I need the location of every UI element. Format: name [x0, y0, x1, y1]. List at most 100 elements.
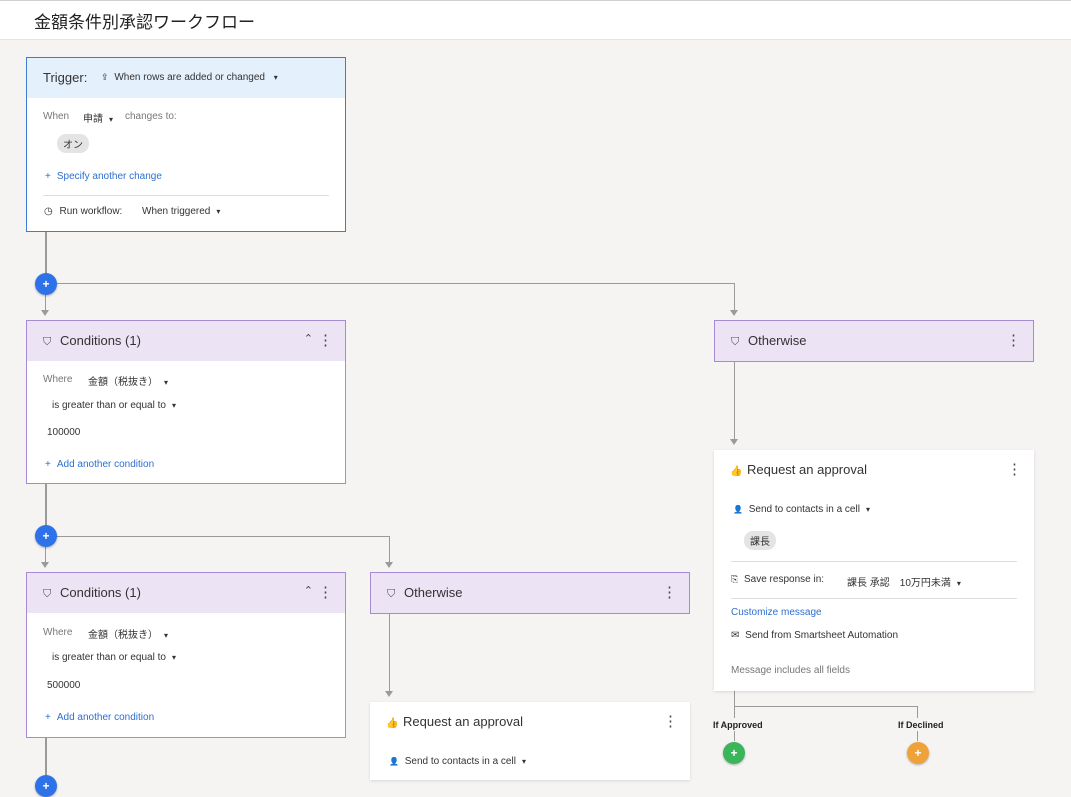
save-response-select[interactable]: 課長 承認 10万円未満 ▾	[847, 574, 961, 589]
approval-title: Request an approval	[747, 462, 867, 477]
approval-header: 👍 Request an approval ⋮	[370, 702, 690, 742]
condition-value[interactable]: 100000	[47, 427, 80, 438]
otherwise-block: ⛉ Otherwise ⋮	[370, 572, 690, 614]
caret-down-icon: ▾	[171, 653, 176, 662]
add-another-condition-link[interactable]: + Add another condition	[45, 459, 154, 470]
caret-down-icon: ▾	[164, 378, 169, 387]
branch-label-approved: If Approved	[713, 720, 763, 730]
thumbs-up-icon: 👍	[730, 466, 743, 477]
connector	[734, 706, 918, 707]
otherwise-block: ⛉ Otherwise ⋮	[714, 320, 1034, 362]
arrow	[385, 691, 393, 697]
filter-icon: ⛉	[43, 336, 52, 348]
trigger-type-select[interactable]: ⇪ When rows are added or changed ▾	[101, 72, 278, 83]
divider	[731, 561, 1017, 562]
specify-another-change-link[interactable]: + Specify another change	[45, 171, 162, 182]
contact-chip[interactable]: 課長	[744, 531, 776, 550]
plus-icon: +	[45, 459, 51, 470]
divider	[731, 598, 1017, 599]
operator-select[interactable]: is greater than or equal to ▾	[52, 652, 176, 663]
connector	[917, 731, 918, 741]
caret-down-icon: ▾	[216, 207, 221, 216]
connector	[734, 362, 735, 440]
app-header: 金額条件別承認ワークフロー	[0, 0, 1071, 40]
branch-label-declined: If Declined	[898, 720, 944, 730]
when-label: When	[43, 111, 70, 122]
page-title: 金額条件別承認ワークフロー	[34, 13, 255, 32]
arrow	[41, 310, 49, 316]
chevron-up-icon[interactable]: ⌃	[304, 584, 313, 597]
caret-down-icon: ▾	[956, 579, 961, 588]
more-options-icon[interactable]: ⋮	[1006, 331, 1021, 349]
send-from-row[interactable]: ✉ Send from Smartsheet Automation	[731, 630, 898, 641]
value-chip[interactable]: オン	[57, 134, 89, 153]
connector	[734, 731, 735, 741]
save-response-row: ⎘ Save response in:	[731, 574, 825, 585]
filter-icon: ⛉	[731, 336, 740, 348]
person-icon: 👤	[389, 757, 399, 766]
connector	[917, 706, 918, 718]
arrow	[730, 310, 738, 316]
where-label: Where	[43, 627, 73, 638]
add-declined-step-button[interactable]: +	[907, 742, 929, 764]
field-select[interactable]: 金額（税抜き） ▾	[88, 373, 168, 388]
column-select[interactable]: 申請 ▾	[83, 110, 113, 125]
otherwise-title: Otherwise	[404, 585, 463, 600]
caret-down-icon: ▾	[865, 505, 870, 514]
approval-header: 👍 Request an approval ⋮	[714, 450, 1034, 490]
add-step-button[interactable]: +	[35, 775, 57, 797]
conditions-block: ⛉ Conditions (1) ⌃ ⋮ Where 金額（税抜き） ▾ is gr…	[26, 320, 346, 484]
operator-select[interactable]: is greater than or equal to ▾	[52, 400, 176, 411]
field-select[interactable]: 金額（税抜き） ▾	[88, 626, 168, 641]
add-step-button[interactable]: +	[35, 525, 57, 547]
plus-icon: +	[45, 171, 51, 182]
add-approved-step-button[interactable]: +	[723, 742, 745, 764]
filter-icon: ⛉	[43, 588, 52, 600]
connector	[389, 613, 390, 692]
more-options-icon[interactable]: ⋮	[1007, 460, 1022, 478]
add-step-button[interactable]: +	[35, 273, 57, 295]
recipient-type-select[interactable]: 👤 Send to contacts in a cell ▾	[389, 756, 526, 767]
connector	[389, 536, 390, 563]
caret-down-icon: ▾	[273, 73, 278, 82]
connector	[45, 547, 46, 563]
customize-message-link[interactable]: Customize message	[731, 607, 822, 618]
thumbs-up-icon: 👍	[386, 718, 399, 729]
condition-value[interactable]: 500000	[47, 680, 80, 691]
filter-icon: ⛉	[387, 588, 396, 600]
connector	[734, 691, 735, 707]
conditions-title: Conditions (1)	[60, 585, 141, 600]
add-another-condition-link[interactable]: + Add another condition	[45, 712, 154, 723]
approval-block: 👍 Request an approval ⋮ 👤 Send to contact…	[714, 450, 1034, 691]
plus-icon: +	[45, 712, 51, 723]
person-icon: 👤	[733, 505, 743, 514]
more-options-icon[interactable]: ⋮	[662, 583, 677, 601]
caret-down-icon: ▾	[171, 401, 176, 410]
changes-to-label: changes to:	[125, 111, 177, 122]
run-workflow-select[interactable]: When triggered ▾	[142, 206, 220, 217]
more-options-icon[interactable]: ⋮	[318, 331, 333, 349]
arrow	[730, 439, 738, 445]
trigger-block: Trigger: ⇪ When rows are added or change…	[26, 57, 346, 232]
trigger-label: Trigger:	[43, 70, 88, 85]
more-options-icon[interactable]: ⋮	[318, 583, 333, 601]
more-options-icon[interactable]: ⋮	[663, 712, 678, 730]
caret-down-icon: ▾	[521, 757, 526, 766]
clock-icon: ◷	[44, 206, 53, 217]
chevron-up-icon[interactable]: ⌃	[304, 332, 313, 345]
save-icon: ⎘	[731, 574, 739, 584]
connector	[56, 283, 735, 284]
trigger-header: Trigger: ⇪ When rows are added or change…	[27, 58, 345, 98]
connector	[45, 738, 47, 780]
connector	[56, 536, 390, 537]
conditions-header: ⛉ Conditions (1) ⌃ ⋮	[27, 321, 345, 361]
recipient-type-select[interactable]: 👤 Send to contacts in a cell ▾	[733, 504, 870, 515]
otherwise-header: ⛉ Otherwise ⋮	[371, 573, 689, 613]
caret-down-icon: ▾	[109, 115, 114, 124]
connector	[734, 283, 735, 311]
connector	[734, 706, 735, 718]
upload-icon: ⇪	[101, 72, 109, 82]
where-label: Where	[43, 374, 73, 385]
arrow	[41, 562, 49, 568]
run-workflow-row: ◷ Run workflow:	[44, 206, 123, 217]
